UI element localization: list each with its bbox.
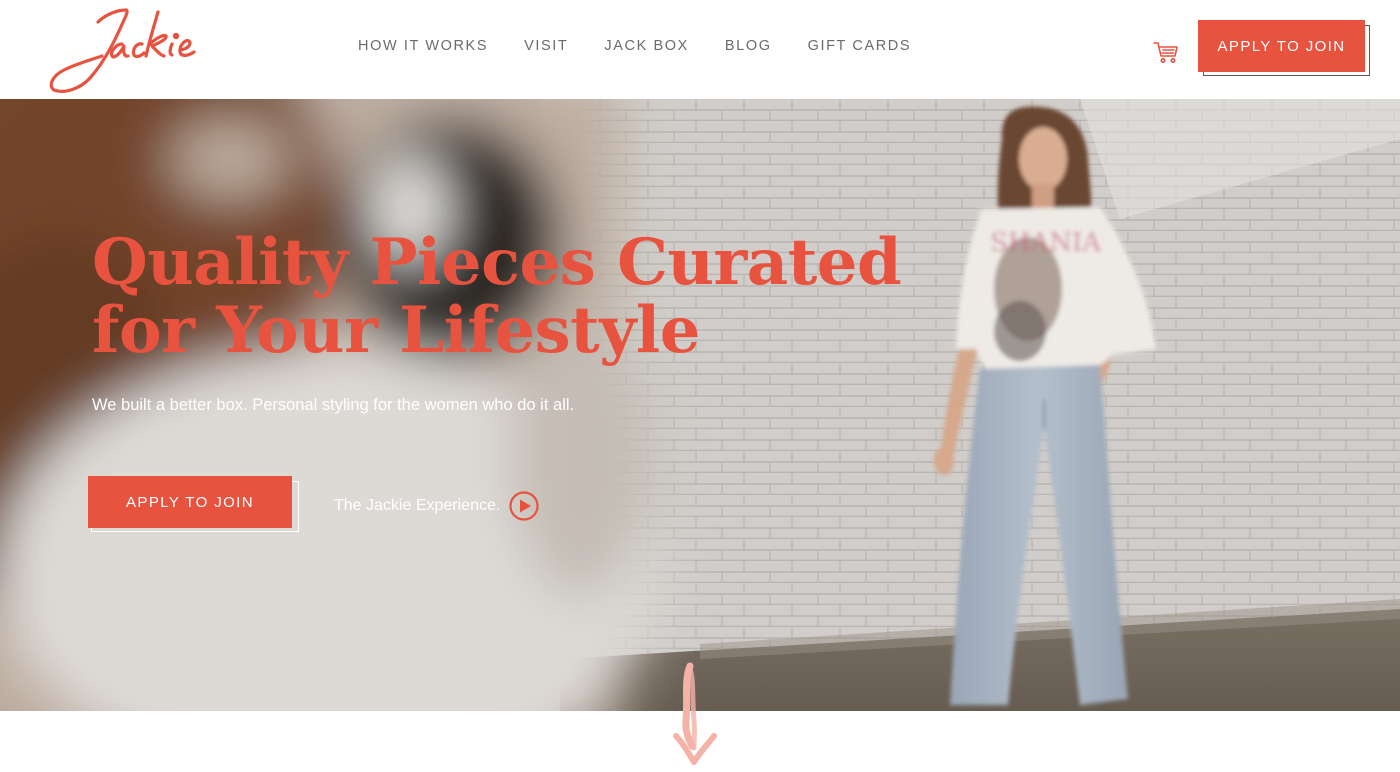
nav-gift-cards[interactable]: GIFT CARDS (790, 38, 930, 58)
play-circle-icon[interactable] (508, 490, 540, 522)
hero-apply-to-join-button[interactable]: APPLY TO JOIN (88, 476, 292, 528)
cart-icon[interactable] (1152, 38, 1180, 66)
site-header: HOW IT WORKS VISIT JACK BOX BLOG GIFT CA… (0, 0, 1400, 99)
jackie-logo-script (49, 8, 196, 93)
nav-how-it-works[interactable]: HOW IT WORKS (340, 38, 506, 58)
jackie-logo[interactable] (46, 4, 208, 96)
nav-jack-box[interactable]: JACK BOX (586, 38, 707, 58)
hero-section: SHANIA Quality Pieces Curated for Your L… (0, 99, 1400, 711)
hero-headline-line-1: Quality Pieces Curated (92, 225, 902, 300)
nav-blog[interactable]: BLOG (707, 38, 790, 58)
header-apply-wrapper: APPLY TO JOIN (1198, 20, 1370, 77)
header-apply-to-join-button[interactable]: APPLY TO JOIN (1198, 20, 1365, 72)
video-link-label: The Jackie Experience. (334, 497, 501, 514)
hero-subtitle: We built a better box. Personal styling … (92, 396, 575, 414)
scroll-down-arrow-icon[interactable] (670, 660, 720, 770)
hero-headline: Quality Pieces Curated for Your Lifestyl… (92, 225, 902, 368)
nav-visit[interactable]: VISIT (506, 38, 586, 58)
main-nav: HOW IT WORKS VISIT JACK BOX BLOG GIFT CA… (340, 38, 929, 58)
hero-headline-line-2: for Your Lifestyle (92, 293, 700, 368)
svg-text:SHANIA: SHANIA (990, 228, 1102, 258)
jackie-experience-video-link[interactable]: The Jackie Experience. (334, 490, 540, 522)
hero-apply-wrapper: APPLY TO JOIN (88, 476, 300, 533)
